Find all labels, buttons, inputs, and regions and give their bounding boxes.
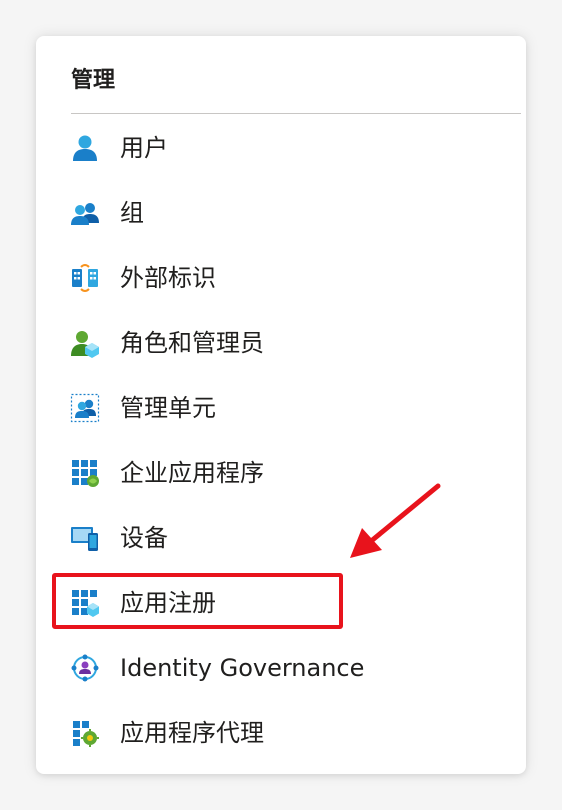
user-icon <box>73 135 97 161</box>
enterprise-apps-icon <box>72 460 99 487</box>
identity-governance-icon <box>71 654 99 682</box>
external-identities-icon <box>72 264 98 292</box>
menu-item-roles-admins[interactable]: 角色和管理员 <box>36 317 526 369</box>
menu-item-admin-units[interactable]: 管理单元 <box>36 382 526 434</box>
menu-item-groups[interactable]: 组 <box>36 187 526 239</box>
admin-units-icon <box>70 393 100 423</box>
group-icon <box>71 203 99 225</box>
app-proxy-icon <box>73 721 99 747</box>
highlight-box <box>52 573 343 629</box>
menu-item-label: 用户 <box>120 134 168 162</box>
red-arrow-annotation <box>350 483 441 558</box>
roles-admins-icon <box>71 331 99 358</box>
menu-item-app-proxy[interactable]: 应用程序代理 <box>36 707 526 759</box>
menu-item-enterprise-apps[interactable]: 企业应用程序 <box>36 447 526 499</box>
menu-item-label: 应用程序代理 <box>120 719 264 747</box>
menu-item-label: 企业应用程序 <box>120 459 264 487</box>
menu-item-users[interactable]: 用户 <box>36 122 526 174</box>
menu-item-devices[interactable]: 设备 <box>36 512 526 564</box>
section-title: 管理 <box>71 68 116 93</box>
menu-item-label: 管理单元 <box>120 394 216 422</box>
menu-item-label: 组 <box>120 199 144 227</box>
menu-item-label: Identity Governance <box>120 654 365 682</box>
menu-item-label: 外部标识 <box>120 264 216 292</box>
section-divider <box>71 113 521 114</box>
menu-item-external-identities[interactable]: 外部标识 <box>36 252 526 304</box>
menu-item-identity-governance[interactable]: Identity Governance <box>36 642 526 694</box>
menu-item-label: 设备 <box>120 524 168 552</box>
menu-item-label: 角色和管理员 <box>120 329 264 357</box>
devices-icon <box>71 527 98 551</box>
management-menu-panel: 管理 用户 组 外部标识 角色和管理员 管理单元 企业应用程序 设备 应用注册 … <box>36 36 526 774</box>
